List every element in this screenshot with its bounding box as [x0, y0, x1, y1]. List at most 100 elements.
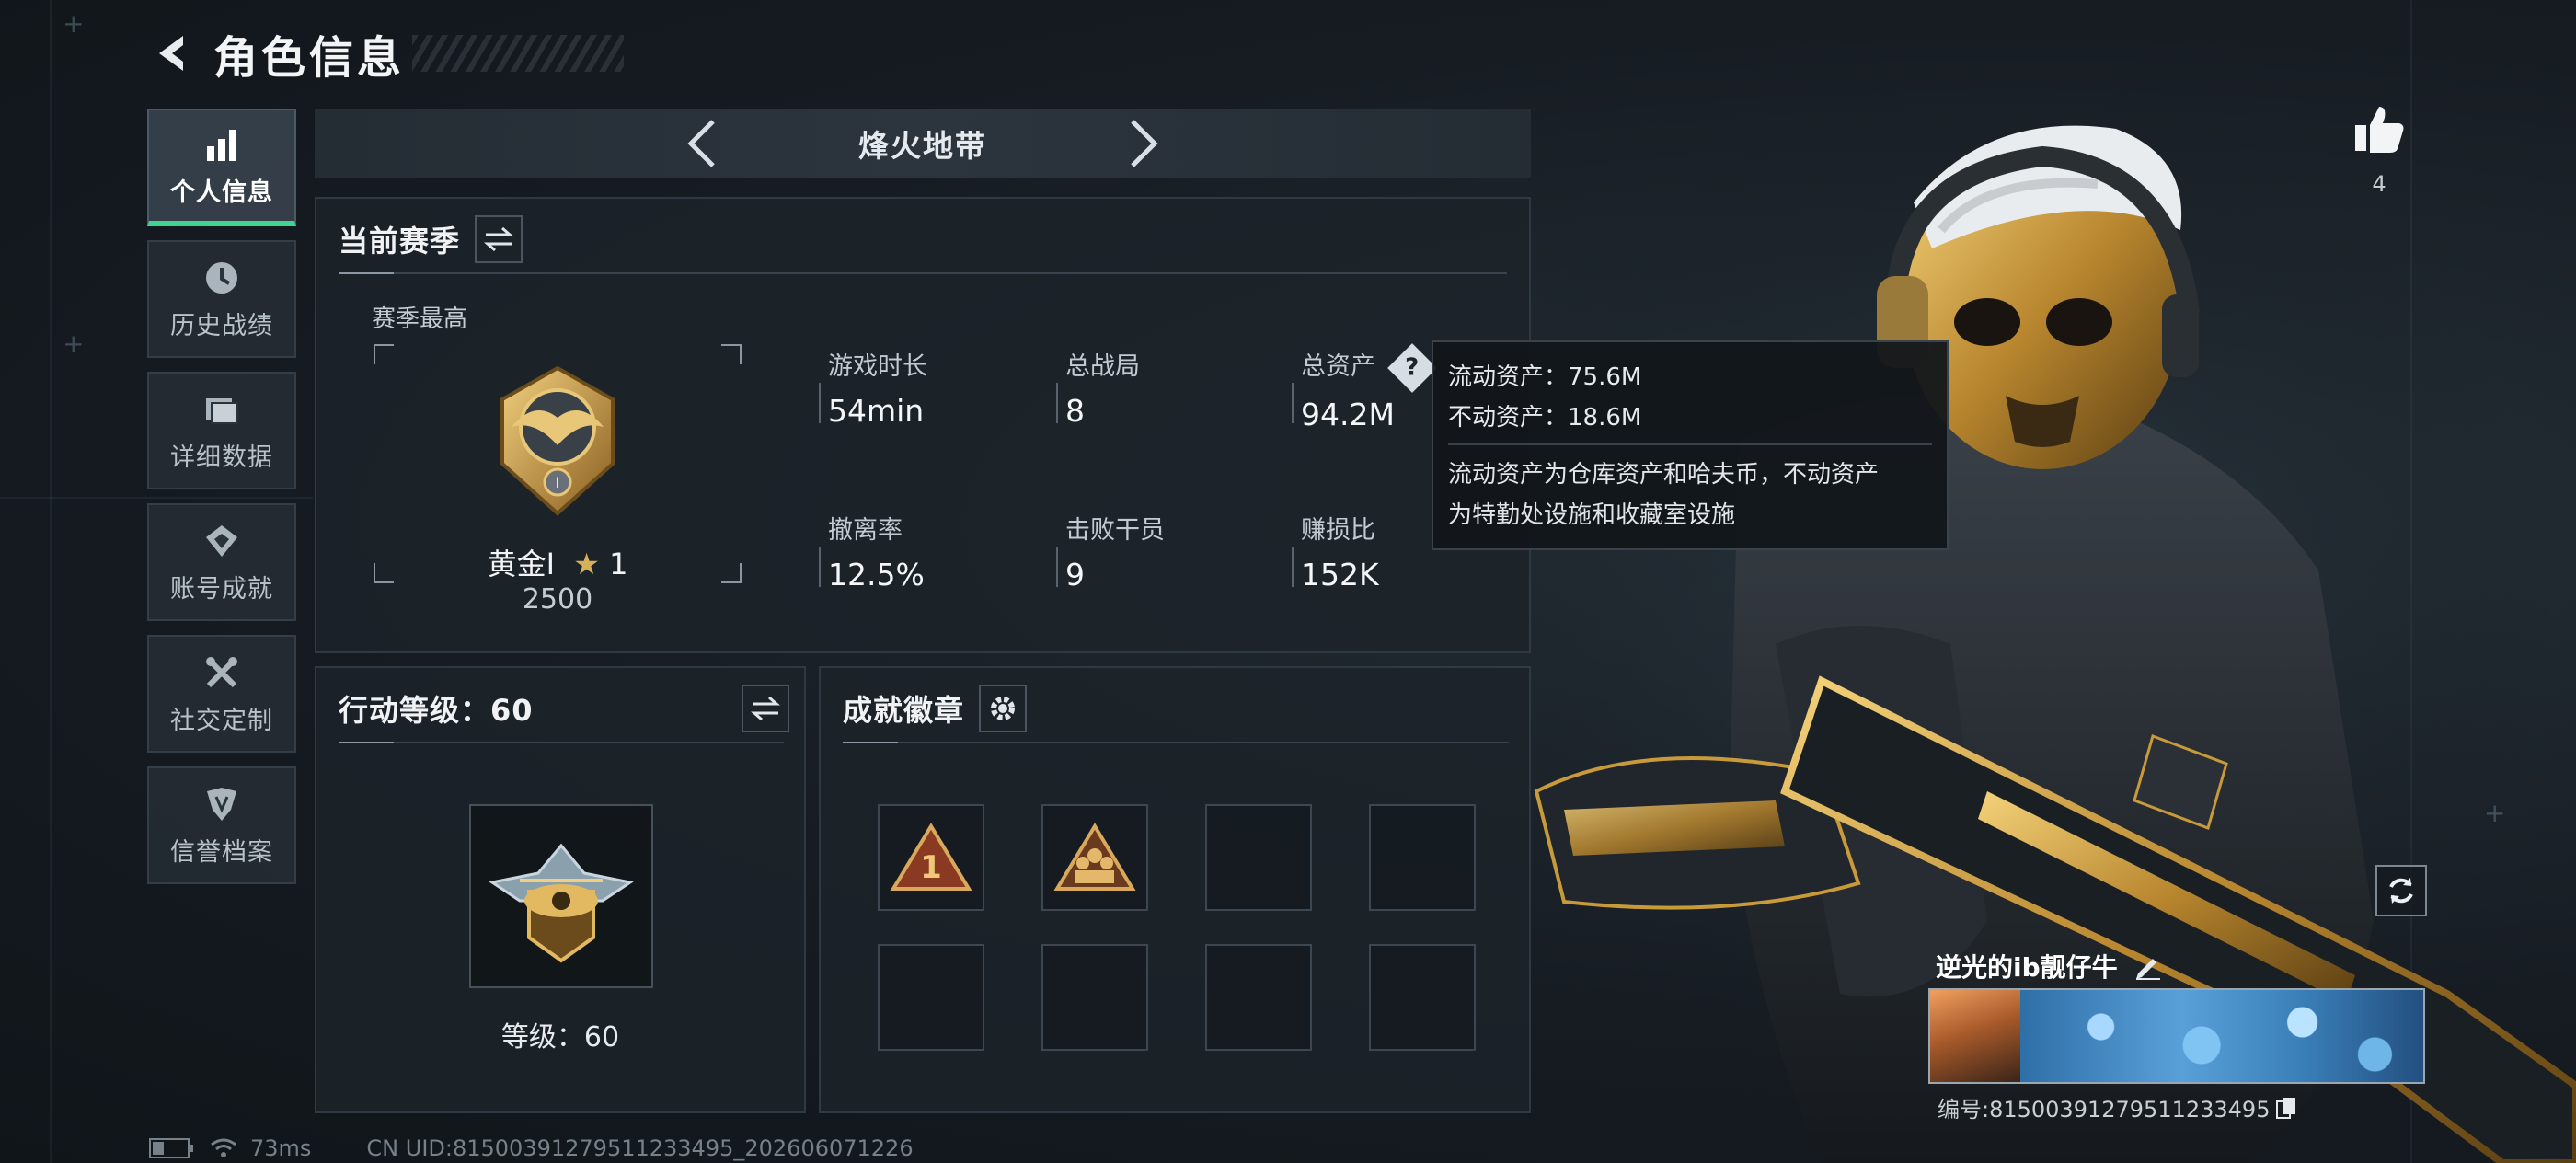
stat-label-text: 总资产 [1301, 352, 1375, 381]
avatar[interactable] [1930, 990, 2020, 1082]
stat-kills: 击败干员 9 [1056, 510, 1165, 593]
title-stripes-decoration [412, 35, 625, 72]
rank-one-badge-icon: 1 [890, 823, 972, 891]
level-text: 等级：60 [500, 1021, 620, 1054]
frame-corner [374, 344, 394, 364]
copy-icon[interactable] [2275, 1096, 2297, 1120]
star-icon: ★ [573, 547, 600, 582]
chevron-left-icon [687, 120, 715, 167]
helicopter-emblem-icon [489, 843, 634, 963]
battery-icon [149, 1138, 193, 1158]
medal-slot-8[interactable] [1369, 944, 1476, 1051]
wifi-icon [211, 1138, 236, 1157]
thumbs-up-icon[interactable] [2352, 101, 2407, 156]
stat-bar [819, 547, 821, 587]
fixed-assets-text: 不动资产：18.6M [1448, 404, 1642, 432]
season-divider [339, 272, 1507, 274]
player-banner[interactable] [1928, 988, 2425, 1084]
rank-name: 黄金I ★ 1 [374, 541, 742, 583]
header: 角色信息 [147, 18, 625, 88]
stat-value: 54min [828, 393, 925, 429]
stat-bar [1056, 547, 1058, 587]
sidebar-item-label: 详细数据 [170, 443, 273, 472]
sidebar-item-reputation[interactable]: 信誉档案 [147, 766, 296, 884]
action-level-divider [339, 742, 784, 743]
page-title: 角色信息 [213, 32, 406, 84]
medal-slot-3[interactable] [1205, 804, 1312, 911]
grid-line [50, 0, 52, 1163]
help-icon[interactable]: ? [1386, 342, 1437, 393]
season-best-label: 赛季最高 [372, 305, 468, 333]
achievement-medals-panel: 成就徽章 1 [819, 666, 1531, 1113]
sidebar-item-achievements[interactable]: 账号成就 [147, 503, 296, 621]
frame-corner [721, 344, 742, 364]
sidebar-item-social[interactable]: 社交定制 [147, 635, 296, 753]
mode-selector: 烽火地带 [315, 109, 1531, 178]
status-footer: 73ms CN UID:815003912795112334​95_202606… [149, 1135, 914, 1161]
back-arrow-icon[interactable] [147, 28, 199, 79]
swap-icon [751, 696, 780, 721]
sidebar-item-detail-data[interactable]: 详细数据 [147, 372, 296, 489]
plus-marker: + [63, 328, 85, 359]
stat-value: 9 [1065, 557, 1085, 593]
player-id: 编号:815003912795112334​95 [1938, 1091, 2297, 1123]
stat-label: 撤离率 [828, 516, 903, 545]
refresh-button[interactable] [2375, 865, 2427, 916]
bar-chart-icon [201, 124, 242, 165]
edit-pencil-icon[interactable] [2133, 951, 2162, 981]
stat-profit-ratio: 赚损比 152K [1292, 510, 1379, 593]
stat-label: 总资产 ? [1301, 342, 1437, 393]
medal-slot-2[interactable] [1041, 804, 1148, 911]
medal-slot-4[interactable] [1369, 804, 1476, 911]
clock-icon [201, 258, 242, 298]
sidebar-item-history[interactable]: 历史战绩 [147, 240, 296, 358]
medal-slot-1[interactable]: 1 [878, 804, 984, 911]
medal-slot-5[interactable] [878, 944, 984, 1051]
player-id-text: 编号:815003912795112334​95 [1938, 1097, 2271, 1123]
stat-value: 152K [1301, 557, 1379, 593]
stat-bar [1056, 383, 1058, 423]
stat-bar [819, 383, 821, 423]
player-name: 逆光的ib靓仔牛 [1936, 948, 2162, 985]
chevron-right-icon [1131, 120, 1158, 167]
medals-title: 成就徽章 [843, 693, 965, 728]
svg-text:I: I [556, 474, 560, 491]
season-header: 当前赛季 [339, 215, 523, 263]
action-level-title: 行动等级：60 [339, 693, 534, 728]
stat-value: 8 [1065, 393, 1085, 429]
player-name-text: 逆光的ib靓仔牛 [1936, 952, 2118, 983]
assets-tooltip: 流动资产：75.6M 不动资产：18.6M 流动资产为仓库资产和哈夫币，不动资产… [1432, 340, 1949, 550]
tooltip-divider [1448, 443, 1932, 445]
stat-bar [1292, 547, 1294, 587]
stat-label: 击败干员 [1065, 516, 1165, 545]
sidebar-item-label: 历史战绩 [170, 311, 273, 340]
svg-text:1: 1 [920, 849, 942, 886]
medals-settings-button[interactable] [979, 685, 1028, 732]
switch-season-button[interactable] [475, 215, 523, 263]
folder-icon [201, 389, 242, 430]
stat-bar [1292, 383, 1294, 423]
medals-divider [843, 742, 1509, 743]
next-mode-button[interactable] [1116, 116, 1171, 171]
sidebar-item-personal-info[interactable]: 个人信息 [147, 109, 296, 226]
rank-score: 2500 [522, 583, 593, 616]
sidebar: 个人信息 历史战绩 详细数据 账号成就 社交定制 信誉档案 [147, 109, 296, 898]
stat-label: 总战局 [1065, 352, 1140, 381]
action-level-header: 行动等级：60 [339, 685, 789, 732]
assets-desc-line1: 流动资产为仓库资产和哈夫币，不动资产 [1448, 461, 1880, 489]
switch-level-button[interactable] [742, 685, 789, 732]
gear-icon [991, 697, 1016, 720]
stat-label: 游戏时长 [828, 352, 927, 381]
stat-label: 赚损比 [1301, 516, 1375, 545]
uid-text: CN UID:815003912795112334​95_20260607122… [366, 1135, 914, 1161]
refresh-icon [2389, 878, 2413, 904]
rank-stars: 1 [609, 547, 628, 582]
season-panel: 当前赛季 赛季最高 I 黄金I ★ 1 2500 游戏时长 54min 总战局 … [315, 197, 1531, 653]
banner-image [2020, 990, 2423, 1082]
stat-extract-rate: 撤离率 12.5% [819, 510, 925, 593]
medal-slot-6[interactable] [1041, 944, 1148, 1051]
tools-icon [201, 652, 242, 693]
medal-slot-7[interactable] [1205, 944, 1312, 1051]
like-count: 4 [2372, 171, 2386, 197]
prev-mode-button[interactable] [674, 116, 730, 171]
